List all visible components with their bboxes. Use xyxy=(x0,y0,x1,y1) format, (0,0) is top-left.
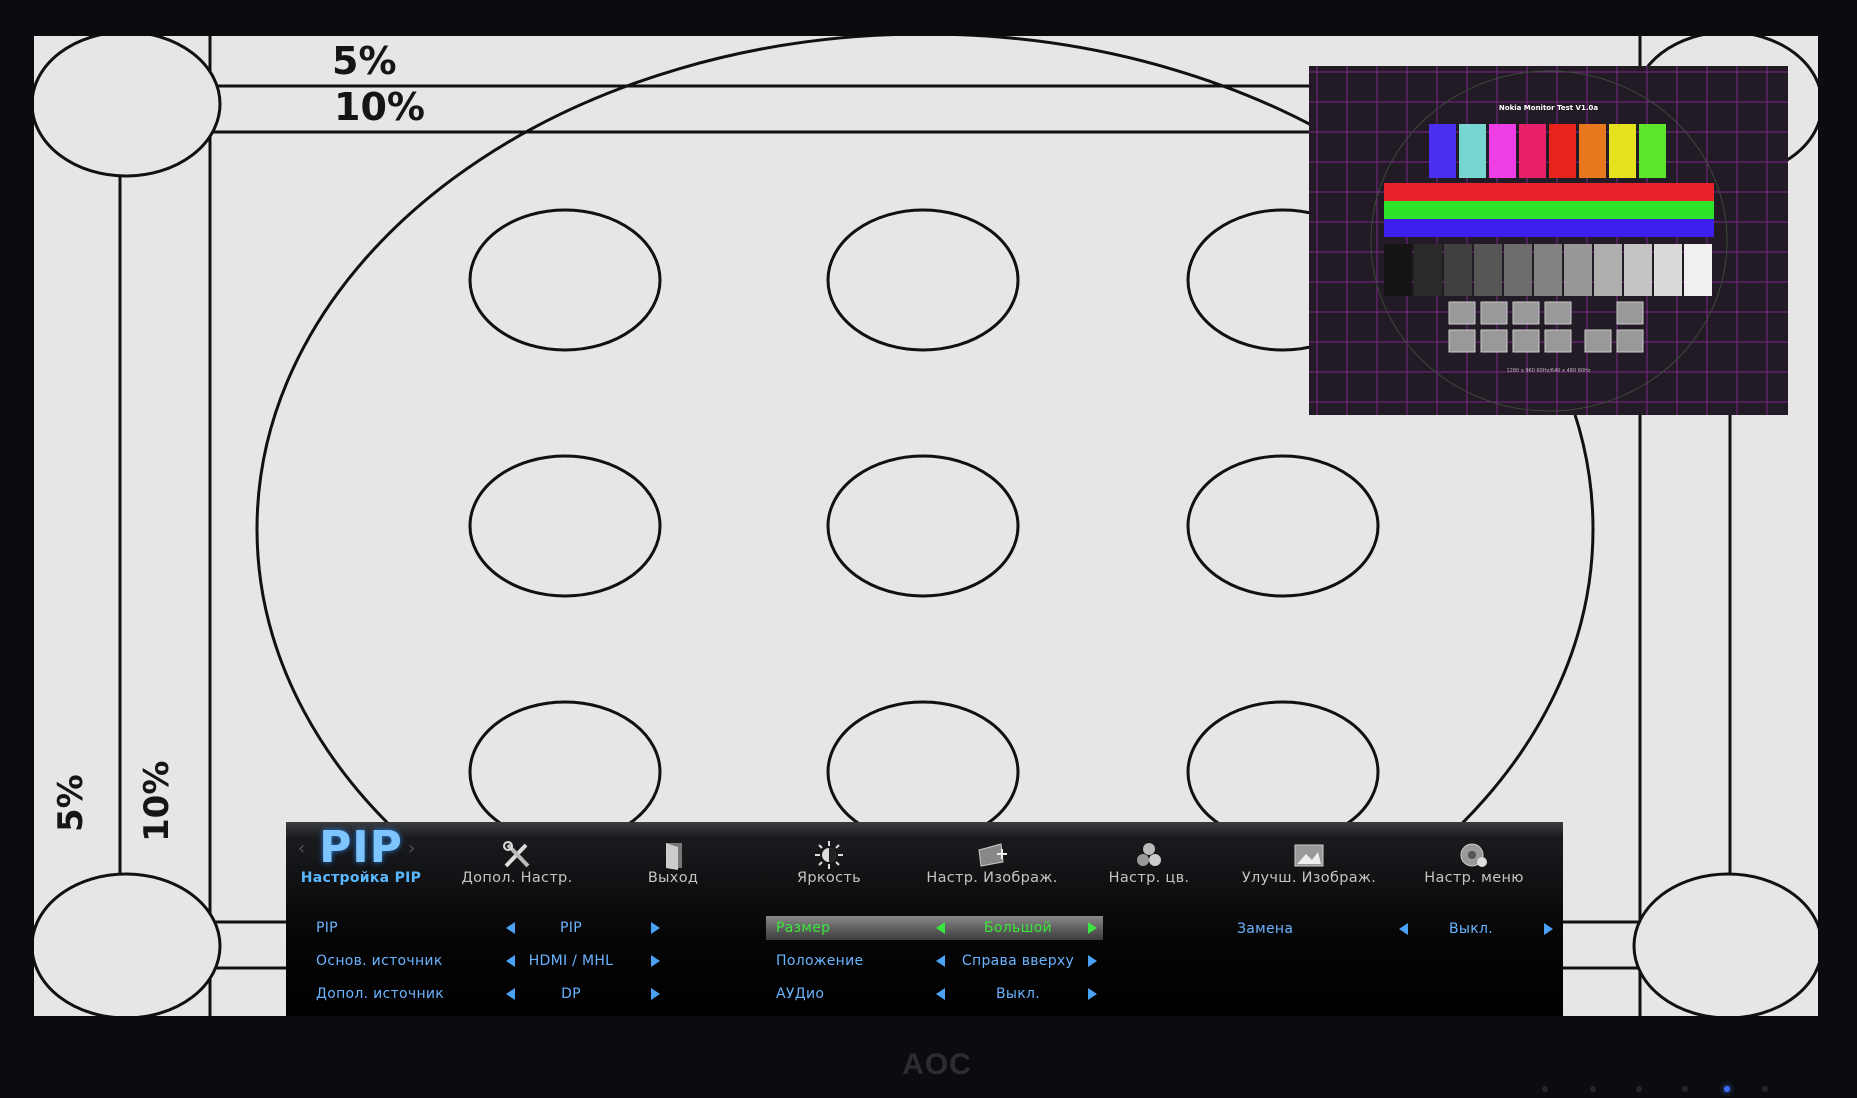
setting-value: Выкл. xyxy=(995,986,1040,1002)
setting-label: Основ. источник xyxy=(316,953,443,969)
setting-pip-audio[interactable]: АУДио Выкл. xyxy=(776,982,1103,1006)
setting-value: DP xyxy=(561,986,581,1002)
gray-step xyxy=(1684,244,1712,296)
setting-label: Допол. источник xyxy=(316,986,445,1002)
arrow-left-icon[interactable] xyxy=(936,988,945,1000)
tab-label: Яркость xyxy=(797,870,861,886)
tab-exit[interactable]: Выход xyxy=(598,822,748,902)
setting-label: Размер xyxy=(776,920,831,936)
pip-pattern-title: Nokia Monitor Test V1.0a xyxy=(1498,104,1599,112)
tab-label: Улучш. Изображ. xyxy=(1241,870,1377,886)
control-button[interactable] xyxy=(1682,1086,1688,1092)
gray-step xyxy=(1504,244,1532,296)
setting-label: АУДио xyxy=(776,986,825,1002)
color-bar xyxy=(1489,124,1516,178)
setting-value: HDMI / MHL xyxy=(528,953,614,969)
color-bar xyxy=(1609,124,1636,178)
color-bar xyxy=(1429,124,1456,178)
tab-label: Настр. меню xyxy=(1424,870,1524,886)
tab-label: Выход xyxy=(647,870,699,886)
brightness-icon xyxy=(815,841,843,869)
setting-value: Выкл. xyxy=(1448,921,1493,937)
arrow-right-icon[interactable] xyxy=(1088,988,1097,1000)
label-10-percent-top: 10% xyxy=(334,85,425,129)
arrow-left-icon[interactable] xyxy=(506,955,515,967)
color-bar xyxy=(1459,124,1486,178)
tab-label: Допол. Настр. xyxy=(461,870,573,886)
color-setup-icon xyxy=(1137,843,1161,866)
arrow-left-icon[interactable] xyxy=(506,988,515,1000)
arrow-right-icon[interactable] xyxy=(1088,955,1097,967)
label-5-percent-left: 5% xyxy=(51,774,91,832)
tools-icon xyxy=(503,841,530,868)
setting-sub-source[interactable]: Допол. источник DP xyxy=(316,982,660,1006)
color-bar xyxy=(1519,124,1546,178)
setting-main-source[interactable]: Основ. источник HDMI / MHL xyxy=(316,949,660,973)
gray-step xyxy=(1534,244,1562,296)
setting-label: Положение xyxy=(776,953,864,969)
control-button[interactable] xyxy=(1542,1086,1548,1092)
picture-setup-icon xyxy=(978,843,1007,867)
gray-step xyxy=(1384,244,1412,296)
osd-menu: ‹ › PIP Настройка PIP Допол. Настр. Выхо… xyxy=(286,822,1563,1016)
arrow-left-icon[interactable] xyxy=(506,922,515,934)
label-10-percent-left: 10% xyxy=(137,760,177,842)
tab-image-setup[interactable]: Настр. Изображ. xyxy=(910,822,1074,902)
setting-pip-position[interactable]: Положение Справа вверху xyxy=(776,949,1103,973)
control-button[interactable] xyxy=(1762,1086,1768,1092)
tab-label: Настр. цв. xyxy=(1108,870,1190,886)
arrow-left-icon[interactable] xyxy=(936,922,945,934)
color-bar xyxy=(1549,124,1576,178)
setting-swap[interactable]: Замена Выкл. xyxy=(1237,917,1557,941)
tab-luminance[interactable]: Яркость xyxy=(748,822,910,902)
color-bar xyxy=(1579,124,1606,178)
arrow-left-icon[interactable] xyxy=(936,955,945,967)
power-led-icon[interactable] xyxy=(1724,1086,1730,1092)
color-bar xyxy=(1639,124,1666,178)
picture-boost-icon xyxy=(1294,844,1324,867)
gray-step xyxy=(1564,244,1592,296)
tab-label: Настр. Изображ. xyxy=(926,870,1058,886)
gray-step xyxy=(1474,244,1502,296)
pip-pattern-footer: 1280 x 960 60Hz/640 x 480 60Hz xyxy=(1506,368,1591,374)
tab-color-setup[interactable]: Настр. цв. xyxy=(1074,822,1224,902)
pip-window: Nokia Monitor Test V1.0a 1280 x 960 60Hz… xyxy=(1309,66,1788,415)
gray-step xyxy=(1444,244,1472,296)
arrow-right-icon[interactable] xyxy=(651,988,660,1000)
setting-pip-mode[interactable]: PIP PIP xyxy=(316,916,660,940)
pip-icon: PIP xyxy=(319,822,403,873)
setting-value: Справа вверху xyxy=(961,953,1075,969)
arrow-right-icon[interactable] xyxy=(651,955,660,967)
setting-value: Большой xyxy=(984,920,1052,936)
arrow-right-icon[interactable] xyxy=(1544,923,1553,935)
tab-label: Настройка PIP xyxy=(300,870,422,886)
brand-logo: AOC xyxy=(902,1048,972,1081)
tab-pip-setup[interactable]: PIP Настройка PIP xyxy=(286,822,436,902)
label-5-percent-top: 5% xyxy=(332,39,397,83)
gray-step xyxy=(1624,244,1652,296)
arrow-right-icon[interactable] xyxy=(1088,922,1097,934)
arrow-right-icon[interactable] xyxy=(651,922,660,934)
gray-step xyxy=(1594,244,1622,296)
arrow-left-icon[interactable] xyxy=(1399,923,1408,935)
osd-setup-icon xyxy=(1460,843,1487,867)
exit-door-icon xyxy=(666,843,682,870)
tab-extra[interactable]: Допол. Настр. xyxy=(436,822,598,902)
setting-label: PIP xyxy=(316,920,338,936)
gray-step xyxy=(1414,244,1442,296)
setting-pip-size[interactable]: Размер Большой xyxy=(766,916,1103,940)
tab-picture-boost[interactable]: Улучш. Изображ. xyxy=(1224,822,1394,902)
control-button[interactable] xyxy=(1636,1086,1642,1092)
setting-value: PIP xyxy=(560,920,582,936)
gray-step xyxy=(1654,244,1682,296)
control-button[interactable] xyxy=(1590,1086,1596,1092)
tab-osd-setup[interactable]: Настр. меню xyxy=(1394,822,1554,902)
pip-test-pattern xyxy=(1309,66,1788,415)
setting-label: Замена xyxy=(1237,921,1294,937)
